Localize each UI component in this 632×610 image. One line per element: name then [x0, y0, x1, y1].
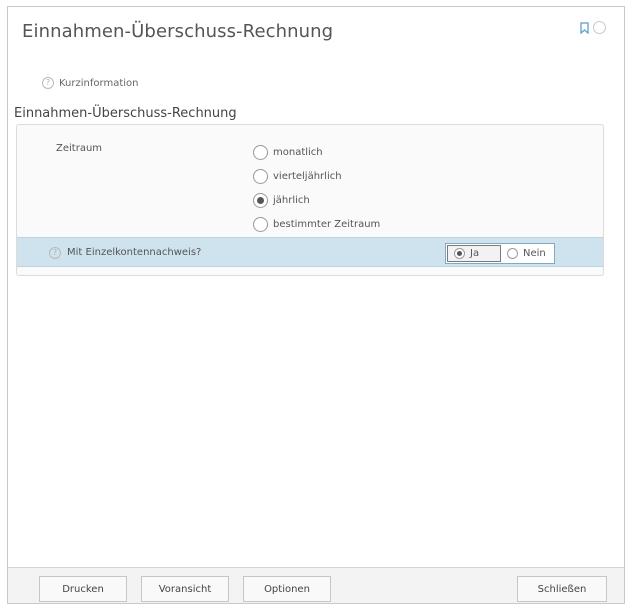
radio-vierteljaehrlich[interactable]: vierteljährlich	[253, 169, 342, 184]
option-nein[interactable]: Nein	[501, 245, 553, 262]
section-heading: Einnahmen-Überschuss-Rechnung	[14, 106, 237, 121]
ja-nein-toggle[interactable]: Ja Nein	[445, 243, 555, 264]
radio-monatlich[interactable]: monatlich	[253, 145, 323, 160]
dialog-window: Einnahmen-Überschuss-Rechnung	[7, 6, 625, 604]
schliessen-button[interactable]: Schließen	[517, 576, 607, 602]
radio-bestimmter-zeitraum[interactable]: bestimmter Zeitraum	[253, 217, 380, 232]
radio-button-selected[interactable]	[253, 193, 268, 208]
button-bar: Drucken Voransicht Optionen Schließen	[8, 567, 624, 603]
option-nein-label: Nein	[523, 248, 546, 259]
zeitraum-label: Zeitraum	[56, 143, 103, 154]
radio-label: bestimmter Zeitraum	[273, 219, 381, 230]
voransicht-button[interactable]: Voransicht	[141, 576, 229, 602]
einzelkontennachweis-row: ? Mit Einzelkontennachweis? Ja Nein	[17, 237, 603, 267]
help-icon[interactable]: ?	[49, 247, 61, 259]
dialog-title: Einnahmen-Überschuss-Rechnung	[22, 21, 334, 42]
option-ja-label: Ja	[470, 248, 480, 259]
title-icons	[580, 21, 606, 34]
radio-button[interactable]	[253, 145, 268, 160]
bookmark-icon[interactable]	[580, 21, 589, 34]
drucken-button[interactable]: Drucken	[39, 576, 127, 602]
radio-label: jährlich	[273, 195, 310, 206]
optionen-button[interactable]: Optionen	[243, 576, 331, 602]
help-icon: ?	[42, 77, 54, 89]
radio-label: monatlich	[273, 147, 323, 158]
einzelkontennachweis-label: Mit Einzelkontennachweis?	[67, 247, 202, 258]
radio-jaehrlich[interactable]: jährlich	[253, 193, 310, 208]
kurzinformation-label: Kurzinformation	[59, 77, 139, 89]
radio-button[interactable]	[253, 169, 268, 184]
radio-label: vierteljährlich	[273, 171, 342, 182]
radio-button[interactable]	[507, 248, 518, 259]
radio-button[interactable]	[253, 217, 268, 232]
radio-button-selected[interactable]	[454, 248, 465, 259]
option-ja[interactable]: Ja	[447, 245, 501, 262]
circle-icon[interactable]	[593, 21, 606, 34]
kurzinformation-link[interactable]: ? Kurzinformation	[42, 77, 138, 89]
